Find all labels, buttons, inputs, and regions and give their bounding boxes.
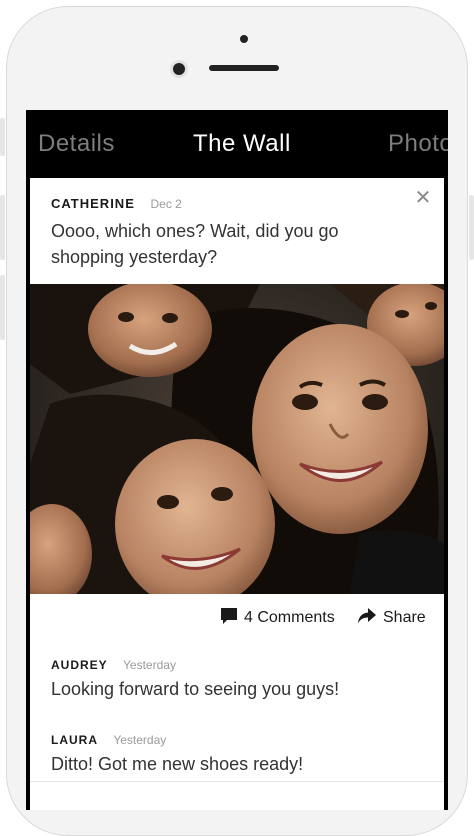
comments-label: 4 Comments [244, 609, 335, 626]
comment-date: Yesterday [123, 658, 176, 672]
tab-bar: Details The Wall Photo [26, 110, 448, 178]
comment-item: AUDREY Yesterday Looking forward to seei… [51, 658, 431, 700]
volume-button-left [0, 118, 5, 156]
share-button[interactable]: Share [357, 607, 426, 627]
post-text: Oooo, which ones? Wait, did you go shopp… [51, 221, 339, 267]
photo-illustration [30, 284, 444, 594]
group-selfie-photo[interactable] [30, 284, 444, 594]
volume-button-left-3 [0, 275, 5, 340]
tab-the-wall[interactable]: The Wall [193, 130, 291, 158]
comment-header: AUDREY Yesterday [51, 658, 431, 672]
tab-details[interactable]: Details [38, 130, 115, 158]
app-screen: Details The Wall Photo CATHERINE Dec 2 ✕… [26, 110, 448, 810]
volume-button-left-2 [0, 195, 5, 260]
post-header: CATHERINE Dec 2 [51, 196, 182, 211]
divider [30, 781, 444, 782]
comments-button[interactable]: 4 Comments [220, 607, 335, 627]
comment-author[interactable]: LAURA [51, 733, 98, 747]
share-arrow-icon [358, 608, 376, 624]
close-icon[interactable]: ✕ [413, 186, 433, 210]
post-date: Dec 2 [150, 197, 182, 211]
comment-bubble-icon [221, 608, 237, 624]
comment-item: LAURA Yesterday Ditto! Got me new shoes … [51, 733, 431, 775]
share-label: Share [383, 609, 426, 626]
comment-header: LAURA Yesterday [51, 733, 431, 747]
post-author[interactable]: CATHERINE [51, 196, 135, 211]
comment-date: Yesterday [113, 733, 167, 747]
post-actions: 4 Comments Share [30, 594, 444, 644]
tab-photos[interactable]: Photo [388, 130, 448, 158]
power-button-right [469, 195, 474, 260]
comment-text: Ditto! Got me new shoes ready! [51, 754, 304, 774]
front-sensor [240, 35, 248, 43]
wall-post-card: CATHERINE Dec 2 ✕ Oooo, which ones? Wait… [30, 178, 444, 810]
comment-author[interactable]: AUDREY [51, 658, 108, 672]
comment-text: Looking forward to seeing you guys! [51, 679, 340, 699]
front-camera [170, 60, 188, 78]
earpiece-speaker [209, 65, 279, 71]
